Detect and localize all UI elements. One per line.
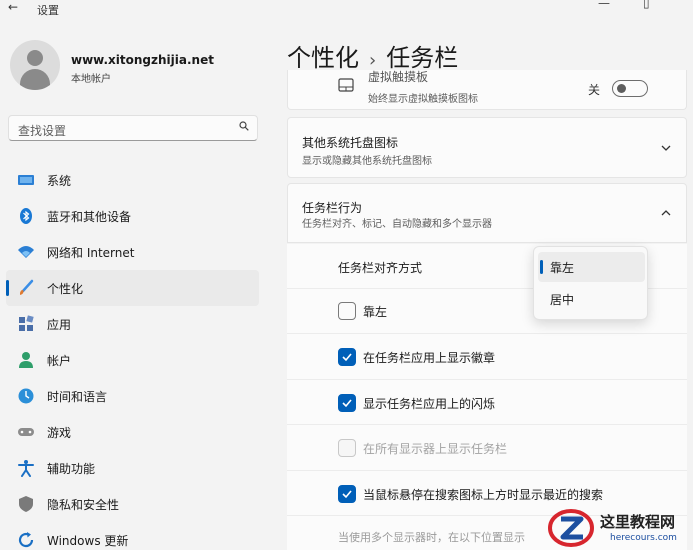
watermark-title: 这里教程网 <box>600 513 676 531</box>
dropdown-option-center[interactable]: 居中 <box>538 284 645 314</box>
shield-icon <box>19 496 33 512</box>
sidebar-item-label: 个性化 <box>47 282 84 296</box>
maximize-button[interactable]: ▯ <box>643 0 650 10</box>
checkmark-icon <box>342 490 352 499</box>
chevron-down-icon[interactable] <box>660 142 672 154</box>
title-bar: ← 设置 — ▯ <box>0 0 693 20</box>
accessibility-icon <box>18 460 34 477</box>
checkmark-icon <box>342 353 352 362</box>
sidebar-item-label: 辅助功能 <box>47 462 96 476</box>
app-title: 设置 <box>37 4 59 17</box>
alignment-dropdown[interactable]: 靠左 居中 <box>533 246 648 320</box>
recent-search-row: 当鼠标悬停在搜索图标上方时显示最近的搜索 <box>287 471 687 516</box>
brush-icon <box>20 279 34 295</box>
back-button[interactable]: ← <box>8 0 18 14</box>
multi-display-note: 当使用多个显示器时，在以下位置显示我的任务栏应用 <box>338 531 525 544</box>
sidebar-item-label: 蓝牙和其他设备 <box>47 210 132 224</box>
toggle-state-label: 关 <box>588 83 601 97</box>
auto-hide-checkbox[interactable] <box>338 302 356 320</box>
sidebar-item-label: 游戏 <box>47 426 72 440</box>
avatar[interactable] <box>10 40 60 90</box>
tray-icons-title: 其他系统托盘图标 <box>302 136 399 150</box>
sidebar-item-bluetooth[interactable]: 蓝牙和其他设备 <box>6 198 259 234</box>
avatar-body <box>20 69 50 90</box>
sidebar-nav: 系统 蓝牙和其他设备 网络和 Internet 个性化 应用 帐户 时间和语言 … <box>0 162 270 550</box>
taskbar-behaviors-title: 任务栏行为 <box>302 201 363 215</box>
checkmark-icon <box>342 399 352 408</box>
touchpad-toggle[interactable] <box>612 80 648 97</box>
sidebar-item-time-language[interactable]: 时间和语言 <box>6 378 259 414</box>
sidebar-item-label: 应用 <box>47 318 72 332</box>
all-displays-row: 在所有显示器上显示任务栏 <box>287 425 687 471</box>
breadcrumb-parent[interactable]: 个性化 <box>287 44 359 72</box>
touchpad-title: 虚拟触摸板 <box>368 70 429 84</box>
person-icon <box>19 352 33 368</box>
sidebar-item-apps[interactable]: 应用 <box>6 306 259 342</box>
badges-row: 在任务栏应用上显示徽章 <box>287 334 687 380</box>
touchpad-icon <box>338 78 354 92</box>
chevron-up-icon[interactable] <box>660 207 672 219</box>
recent-search-checkbox[interactable] <box>338 485 356 503</box>
sidebar-item-label: 时间和语言 <box>47 390 108 404</box>
watermark-logo <box>548 509 594 547</box>
minimize-button[interactable]: — <box>598 0 610 10</box>
touchpad-subtitle: 始终显示虚拟触摸板图标 <box>368 94 478 105</box>
search-placeholder: 查找设置 <box>18 124 67 138</box>
wifi-icon <box>18 246 34 258</box>
alignment-label: 任务栏对齐方式 <box>338 261 423 275</box>
globe-clock-icon <box>18 388 34 404</box>
sidebar-item-windows-update[interactable]: Windows 更新 <box>6 522 259 550</box>
sidebar-item-accounts[interactable]: 帐户 <box>6 342 259 378</box>
sidebar-item-gaming[interactable]: 游戏 <box>6 414 259 450</box>
avatar-head <box>27 50 43 66</box>
toggle-knob <box>617 84 626 93</box>
badges-checkbox[interactable] <box>338 348 356 366</box>
badges-label: 在任务栏应用上显示徽章 <box>363 351 496 365</box>
monitor-icon <box>18 175 34 185</box>
search-icon <box>239 121 249 131</box>
sidebar-item-label: 隐私和安全性 <box>47 498 120 512</box>
sidebar-item-label: 帐户 <box>47 354 72 368</box>
flashing-label: 显示任务栏应用上的闪烁 <box>363 397 496 411</box>
user-name: www.xitongzhijia.net <box>71 53 214 67</box>
auto-hide-label: 靠左 <box>363 305 388 319</box>
selected-indicator <box>540 260 543 274</box>
recent-search-label: 当鼠标悬停在搜索图标上方时显示最近的搜索 <box>363 488 604 502</box>
all-displays-label: 在所有显示器上显示任务栏 <box>363 442 508 456</box>
sidebar-item-system[interactable]: 系统 <box>6 162 259 198</box>
active-indicator <box>6 280 9 296</box>
taskbar-behaviors-subtitle: 任务栏对齐、标记、自动隐藏和多个显示器 <box>302 219 492 230</box>
tray-icons-subtitle: 显示或隐藏其他系统托盘图标 <box>302 156 432 167</box>
watermark-url: herecours.com <box>610 533 677 543</box>
dropdown-option-left[interactable]: 靠左 <box>538 252 645 282</box>
search-input[interactable]: 查找设置 <box>8 115 258 141</box>
sidebar-item-label: 网络和 Internet <box>47 246 135 260</box>
sidebar-item-accessibility[interactable]: 辅助功能 <box>6 450 259 486</box>
sidebar-item-network[interactable]: 网络和 Internet <box>6 234 259 270</box>
account-type: 本地帐户 <box>71 74 111 85</box>
tray-icons-row[interactable]: 其他系统托盘图标 显示或隐藏其他系统托盘图标 <box>287 117 687 178</box>
sidebar-item-personalization[interactable]: 个性化 <box>6 270 259 306</box>
taskbar-behaviors-header[interactable]: 任务栏行为 任务栏对齐、标记、自动隐藏和多个显示器 <box>287 183 687 243</box>
sidebar-item-label: Windows 更新 <box>47 534 129 548</box>
apps-icon <box>19 315 34 331</box>
dropdown-option-label: 居中 <box>550 293 575 307</box>
flashing-row: 显示任务栏应用上的闪烁 <box>287 380 687 425</box>
update-icon <box>18 532 34 548</box>
all-displays-checkbox <box>338 439 356 457</box>
dropdown-option-label: 靠左 <box>550 261 575 275</box>
flashing-checkbox[interactable] <box>338 394 356 412</box>
gamepad-icon <box>18 428 34 436</box>
bluetooth-icon <box>20 208 32 224</box>
sidebar-item-label: 系统 <box>47 174 72 188</box>
sidebar-item-privacy[interactable]: 隐私和安全性 <box>6 486 259 522</box>
